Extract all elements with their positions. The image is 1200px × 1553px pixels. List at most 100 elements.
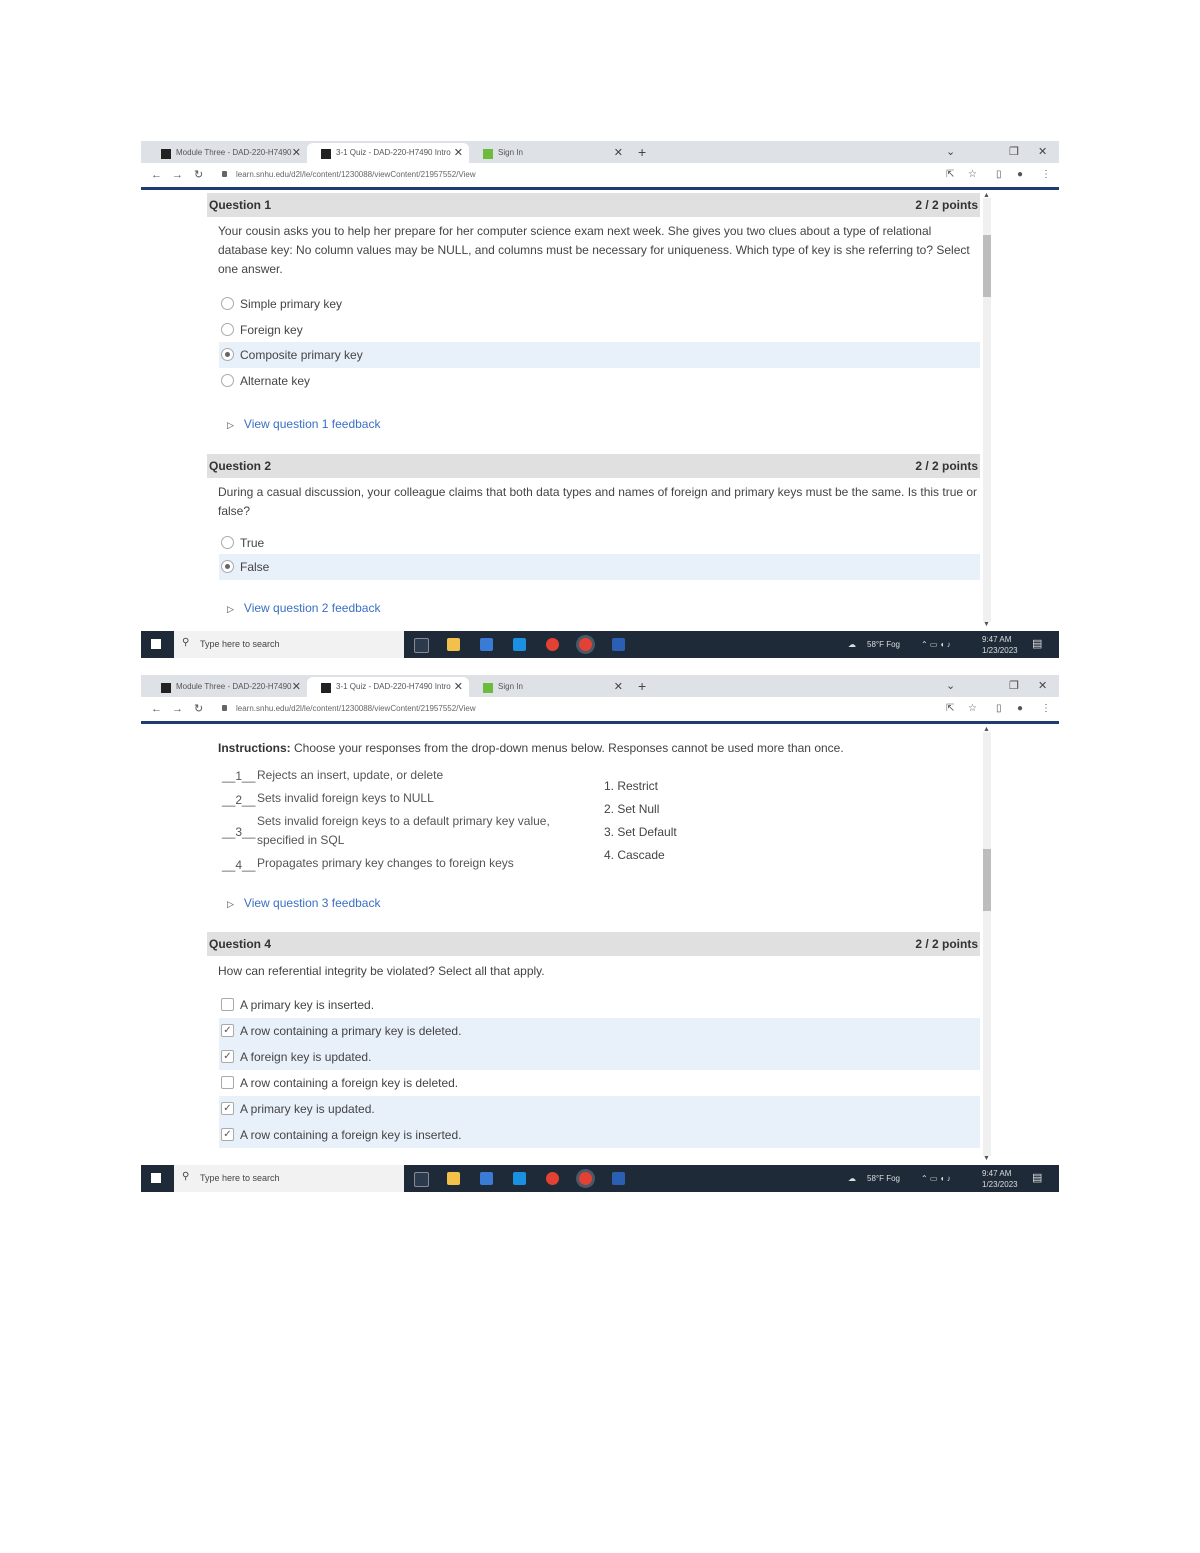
clock[interactable]: 9:47 AM 1/23/2023 (982, 1168, 1018, 1190)
close-tab-icon[interactable]: ✕ (454, 677, 463, 697)
scrollbar-thumb[interactable] (983, 849, 991, 911)
radio-button-checked[interactable] (221, 348, 234, 361)
answer-option[interactable]: Alternate key (219, 368, 980, 394)
checkbox[interactable] (221, 998, 234, 1011)
word-icon[interactable] (612, 1172, 625, 1185)
back-icon[interactable]: ← (151, 697, 162, 721)
mail-icon[interactable] (513, 638, 526, 651)
mail-icon[interactable] (513, 1172, 526, 1185)
bookmark-star-icon[interactable]: ☆ (968, 697, 977, 721)
restore-window-icon[interactable]: ❐ (1009, 675, 1019, 697)
tab-search-icon[interactable]: ⌄ (946, 675, 955, 697)
checkbox-checked[interactable]: ✓ (221, 1024, 234, 1037)
forward-icon[interactable]: → (172, 697, 183, 721)
file-explorer-icon[interactable] (447, 1172, 460, 1185)
reload-icon[interactable]: ↻ (194, 697, 203, 721)
chrome-active-icon[interactable] (579, 638, 592, 651)
radio-button-checked[interactable] (221, 560, 234, 573)
url-field[interactable]: learn.snhu.edu/d2l/le/content/1230088/vi… (236, 702, 476, 716)
match-select[interactable]: __3__ (222, 825, 255, 839)
scroll-up-icon[interactable]: ▲ (983, 726, 990, 733)
notification-icon[interactable]: ▤ (1032, 631, 1042, 658)
answer-option-selected[interactable]: False (219, 554, 980, 580)
scroll-down-icon[interactable]: ▼ (983, 621, 990, 628)
restore-window-icon[interactable]: ❐ (1009, 141, 1019, 163)
answer-option-selected[interactable]: ✓ A row containing a foreign key is inse… (219, 1122, 980, 1148)
checkbox-checked[interactable]: ✓ (221, 1102, 234, 1115)
view-feedback-link[interactable]: ▷ View question 3 feedback (227, 896, 380, 910)
store-icon[interactable] (480, 1172, 493, 1185)
new-tab-icon[interactable]: + (638, 141, 646, 163)
chrome-icon[interactable] (546, 638, 559, 651)
taskbar-search[interactable]: ⚲ Type here to search (174, 631, 404, 658)
sidebar-icon[interactable]: ▯ (996, 697, 1002, 721)
view-feedback-link[interactable]: ▷ View question 2 feedback (227, 601, 380, 615)
scrollbar-thumb[interactable] (983, 235, 991, 297)
checkbox-checked[interactable]: ✓ (221, 1128, 234, 1141)
answer-option-selected[interactable]: ✓ A row containing a primary key is dele… (219, 1018, 980, 1044)
answer-option[interactable]: A primary key is inserted. (219, 992, 980, 1018)
url-field[interactable]: learn.snhu.edu/d2l/le/content/1230088/vi… (236, 168, 476, 182)
file-explorer-icon[interactable] (447, 638, 460, 651)
radio-button[interactable] (221, 323, 234, 336)
radio-button[interactable] (221, 297, 234, 310)
back-icon[interactable]: ← (151, 163, 162, 187)
word-icon[interactable] (612, 638, 625, 651)
notification-icon[interactable]: ▤ (1032, 1165, 1042, 1192)
radio-button[interactable] (221, 374, 234, 387)
task-view-icon[interactable] (414, 1172, 429, 1187)
answer-option-selected[interactable]: ✓ A foreign key is updated. (219, 1044, 980, 1070)
browser-tab[interactable]: Module Three - DAD-220-H7490 ✕ (147, 143, 307, 163)
close-tab-icon[interactable]: ✕ (292, 677, 301, 697)
share-icon[interactable]: ⇱ (946, 163, 954, 187)
scrollbar-track[interactable] (983, 732, 991, 1156)
sidebar-icon[interactable]: ▯ (996, 163, 1002, 187)
close-tab-icon[interactable]: ✕ (292, 143, 301, 163)
browser-tab[interactable]: Module Three - DAD-220-H7490 ✕ (147, 677, 307, 697)
match-select[interactable]: __1__ (222, 769, 255, 783)
answer-option[interactable]: True (219, 530, 980, 556)
scroll-up-icon[interactable]: ▲ (983, 192, 990, 199)
match-select[interactable]: __4__ (222, 858, 255, 872)
close-tab-icon[interactable]: ✕ (614, 677, 623, 697)
browser-tab-active[interactable]: 3-1 Quiz - DAD-220-H7490 Intro ✕ (307, 143, 469, 163)
clock[interactable]: 9:47 AM 1/23/2023 (982, 634, 1018, 656)
answer-option-selected[interactable]: ✓ A primary key is updated. (219, 1096, 980, 1122)
answer-option[interactable]: A row containing a foreign key is delete… (219, 1070, 980, 1096)
checkbox-checked[interactable]: ✓ (221, 1050, 234, 1063)
task-view-icon[interactable] (414, 638, 429, 653)
radio-button[interactable] (221, 536, 234, 549)
taskbar-search[interactable]: ⚲ Type here to search (174, 1165, 404, 1192)
browser-tab-active[interactable]: 3-1 Quiz - DAD-220-H7490 Intro ✕ (307, 677, 469, 697)
browser-tab[interactable]: Sign In ✕ (469, 143, 629, 163)
forward-icon[interactable]: → (172, 163, 183, 187)
tray-icons[interactable]: ⌃ ▭ ◖ ♪ (921, 1165, 951, 1192)
browser-tab[interactable]: Sign In ✕ (469, 677, 629, 697)
close-window-icon[interactable]: ✕ (1038, 141, 1047, 163)
scroll-down-icon[interactable]: ▼ (983, 1155, 990, 1162)
reload-icon[interactable]: ↻ (194, 163, 203, 187)
answer-option[interactable]: Simple primary key (219, 291, 980, 317)
menu-icon[interactable]: ⋮ (1041, 697, 1051, 721)
match-select[interactable]: __2__ (222, 793, 255, 807)
tray-icons[interactable]: ⌃ ▭ ◖ ♪ (921, 631, 951, 658)
menu-icon[interactable]: ⋮ (1041, 163, 1051, 187)
tab-search-icon[interactable]: ⌄ (946, 141, 955, 163)
answer-option[interactable]: Foreign key (219, 317, 980, 343)
profile-icon[interactable]: ● (1017, 697, 1023, 721)
close-tab-icon[interactable]: ✕ (454, 143, 463, 163)
share-icon[interactable]: ⇱ (946, 697, 954, 721)
store-icon[interactable] (480, 638, 493, 651)
close-window-icon[interactable]: ✕ (1038, 675, 1047, 697)
checkbox[interactable] (221, 1076, 234, 1089)
close-tab-icon[interactable]: ✕ (614, 143, 623, 163)
chrome-icon[interactable] (546, 1172, 559, 1185)
view-feedback-link[interactable]: ▷ View question 1 feedback (227, 417, 380, 431)
windows-start-icon[interactable] (151, 1173, 161, 1183)
new-tab-icon[interactable]: + (638, 675, 646, 697)
profile-icon[interactable]: ● (1017, 163, 1023, 187)
bookmark-star-icon[interactable]: ☆ (968, 163, 977, 187)
chrome-active-icon[interactable] (579, 1172, 592, 1185)
answer-option-selected[interactable]: Composite primary key (219, 342, 980, 368)
windows-start-icon[interactable] (151, 639, 161, 649)
